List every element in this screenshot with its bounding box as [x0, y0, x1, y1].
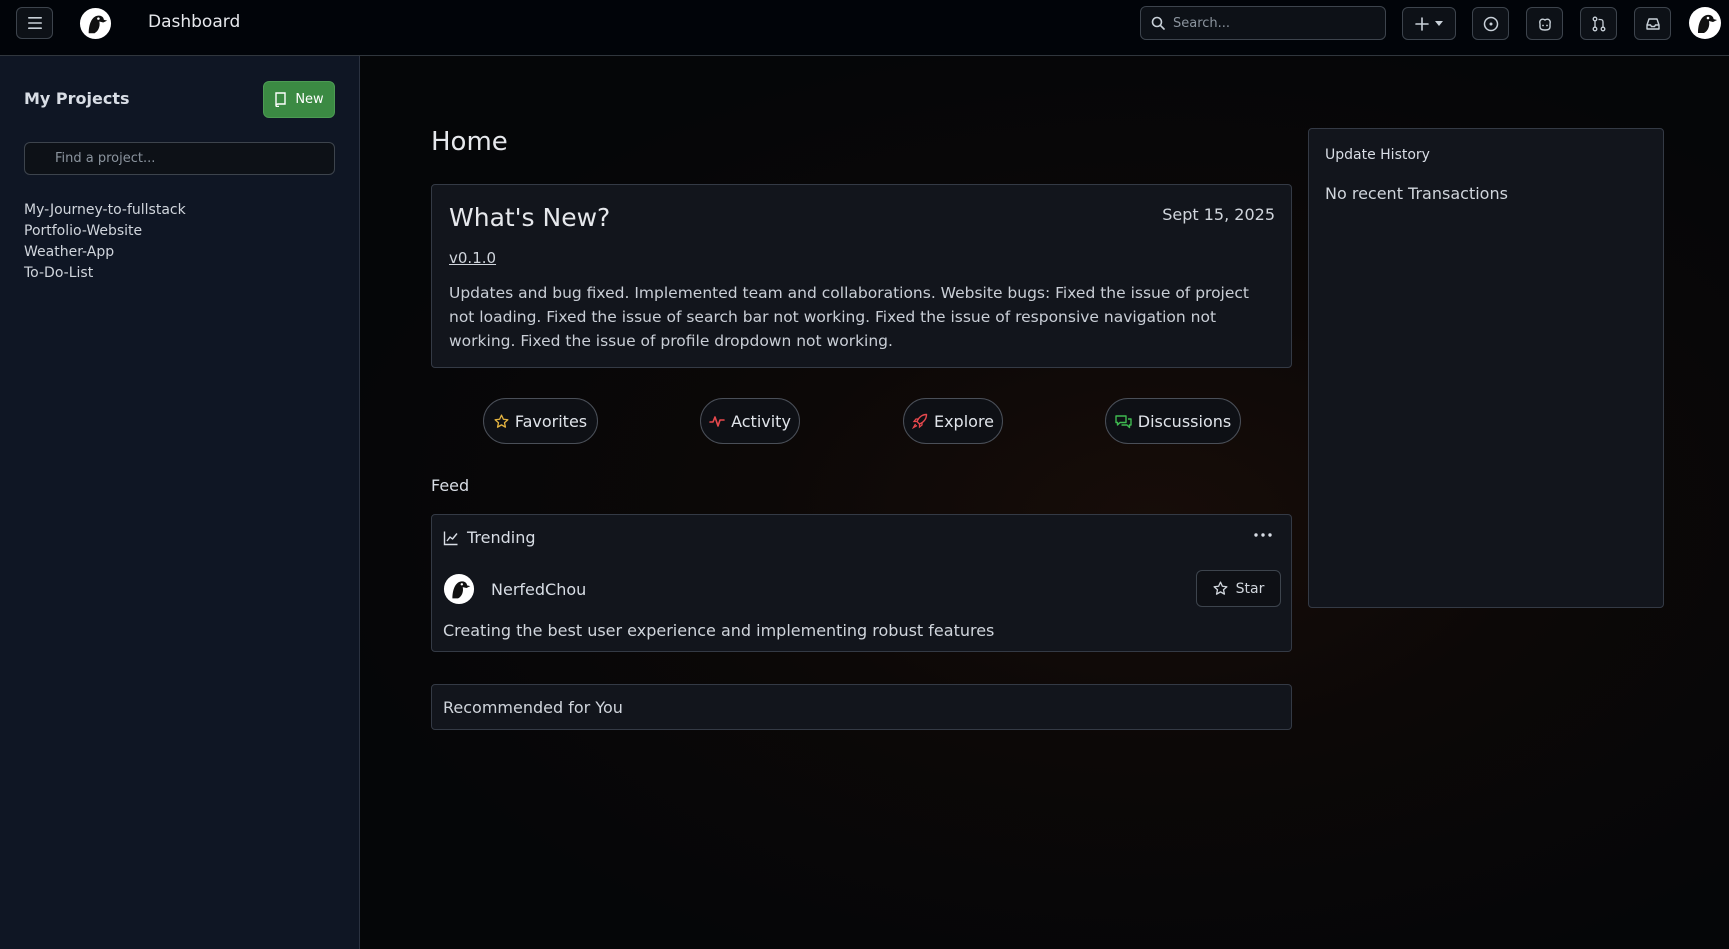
discussions-icon: [1115, 414, 1132, 428]
menu-button[interactable]: [16, 7, 53, 39]
inbox-icon: [1645, 17, 1660, 30]
sidebar-title: My Projects: [24, 89, 130, 108]
copilot-icon: [1538, 18, 1551, 31]
discussions-button[interactable]: Discussions: [1105, 398, 1241, 444]
project-item[interactable]: Weather-App: [24, 242, 186, 263]
update-history-panel: Update History No recent Transactions: [1308, 128, 1664, 608]
search-field[interactable]: [1140, 6, 1386, 40]
explore-label: Explore: [933, 411, 995, 431]
explore-button[interactable]: Explore: [903, 398, 1003, 444]
project-item[interactable]: Portfolio-Website: [24, 221, 186, 242]
menu-icon: [27, 17, 42, 29]
find-project-input[interactable]: [24, 142, 335, 175]
trending-card: Trending NerfedChou Star Creating the be…: [431, 514, 1292, 652]
issues-button[interactable]: [1472, 7, 1509, 40]
more-options-button[interactable]: [1251, 525, 1275, 545]
avatar[interactable]: [1688, 6, 1722, 40]
home-heading: Home: [431, 127, 508, 157]
page-title: Dashboard: [148, 12, 241, 32]
trending-chart-icon: [443, 531, 458, 545]
pull-request-icon: [1592, 16, 1605, 31]
feed-description: Creating the best user experience and im…: [443, 621, 995, 640]
favorites-button[interactable]: Favorites: [483, 398, 598, 444]
activity-icon: [709, 416, 725, 427]
recommended-label: Recommended for You: [443, 698, 623, 717]
inbox-button[interactable]: [1634, 7, 1671, 40]
update-history-title: Update History: [1325, 147, 1430, 163]
whats-new-card: What's New? Sept 15, 2025 v0.1.0 Updates…: [431, 184, 1292, 368]
release-notes: Updates and bug fixed. Implemented team …: [449, 284, 1249, 350]
username-link[interactable]: NerfedChou: [491, 580, 586, 599]
star-button[interactable]: Star: [1196, 570, 1281, 607]
discussions-label: Discussions: [1137, 411, 1232, 431]
search-input[interactable]: [1173, 15, 1373, 31]
trending-label: Trending: [467, 528, 536, 547]
search-icon: [1151, 16, 1165, 30]
kebab-horizontal-icon: [1254, 533, 1272, 537]
new-project-button[interactable]: New: [263, 81, 335, 118]
feed-heading: Feed: [431, 476, 470, 495]
recommended-card[interactable]: Recommended for You: [431, 684, 1292, 730]
whats-new-title: What's New?: [449, 203, 611, 232]
trending-header: Trending: [443, 528, 536, 547]
project-list: My-Journey-to-fullstack Portfolio-Websit…: [24, 200, 186, 284]
version-link[interactable]: v0.1.0: [449, 249, 496, 267]
star-label: Star: [1235, 580, 1265, 597]
release-date: Sept 15, 2025: [1162, 205, 1275, 224]
repo-icon: [275, 92, 287, 107]
create-new-button[interactable]: [1402, 7, 1456, 40]
pull-requests-button[interactable]: [1580, 7, 1617, 40]
activity-button[interactable]: Activity: [700, 398, 800, 444]
star-icon: [1213, 581, 1228, 595]
projects-sidebar: My Projects New My-Journey-to-fullstack …: [0, 56, 360, 949]
copilot-button[interactable]: [1526, 7, 1563, 40]
star-icon: [494, 413, 509, 428]
user-avatar[interactable]: [443, 573, 475, 605]
chevron-down-icon: [1435, 20, 1443, 26]
favorites-label: Favorites: [514, 411, 588, 431]
project-item[interactable]: My-Journey-to-fullstack: [24, 200, 186, 221]
top-navigation-bar: Dashboard: [0, 0, 1729, 56]
new-button-label: New: [295, 92, 324, 107]
activity-label: Activity: [731, 411, 791, 431]
project-item[interactable]: To-Do-List: [24, 263, 186, 284]
rocket-icon: [911, 413, 928, 429]
plus-icon: [1415, 16, 1429, 31]
issues-icon: [1483, 16, 1498, 31]
app-logo[interactable]: [79, 7, 112, 40]
no-transactions-text: No recent Transactions: [1325, 184, 1508, 203]
